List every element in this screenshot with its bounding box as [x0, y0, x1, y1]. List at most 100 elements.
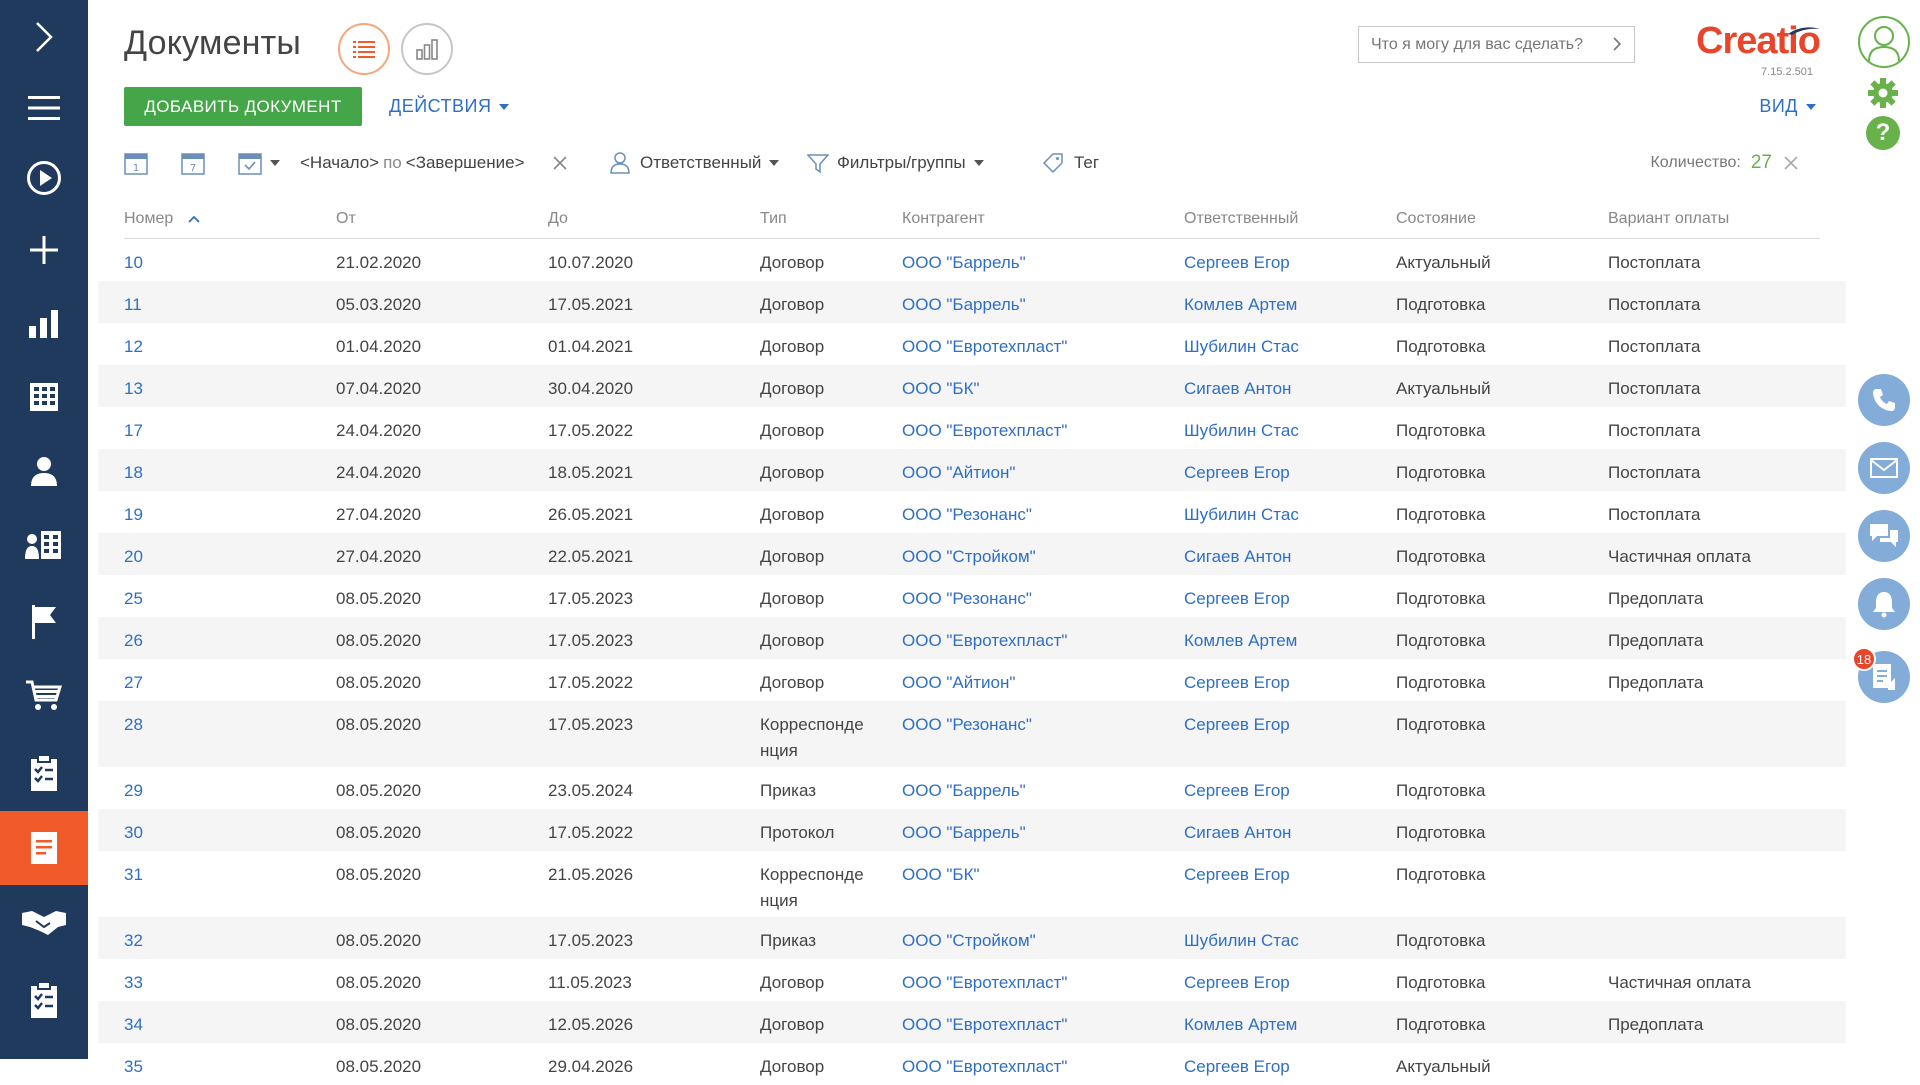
cell-owner[interactable]: Сергеев Егор	[1184, 970, 1290, 996]
table-row[interactable]: 10 21.02.2020 10.07.2020 Договор ООО "Баррел…	[98, 239, 1846, 281]
cell-number[interactable]: 26	[124, 628, 143, 654]
notifications-button[interactable]	[1858, 578, 1910, 630]
actions-dropdown[interactable]: ДЕЙСТВИЯ	[389, 96, 510, 117]
cell-number[interactable]: 28	[124, 712, 143, 738]
cell-owner[interactable]: Комлев Артем	[1184, 1012, 1297, 1038]
cell-owner[interactable]: Сигаев Антон	[1184, 820, 1291, 846]
cell-account[interactable]: ООО "Баррель"	[902, 820, 1026, 846]
cell-account[interactable]: ООО "Евротехпласт"	[902, 1012, 1067, 1038]
list-view-button[interactable]	[338, 23, 390, 75]
help-button[interactable]: ?	[1866, 116, 1900, 150]
cell-owner[interactable]: Сигаев Антон	[1184, 376, 1291, 402]
table-row[interactable]: 26 08.05.2020 17.05.2023 Договор ООО "Евроте…	[98, 617, 1846, 659]
phone-button[interactable]	[1858, 374, 1910, 426]
cell-account[interactable]: ООО "Баррель"	[902, 292, 1026, 318]
tasks-button[interactable]	[0, 736, 88, 810]
filters-groups-dropdown[interactable]: Фильтры/группы	[807, 148, 984, 178]
cell-number[interactable]: 19	[124, 502, 143, 528]
table-row[interactable]: 11 05.03.2020 17.05.2021 Договор ООО "Баррел…	[98, 281, 1846, 323]
cell-number[interactable]: 25	[124, 586, 143, 612]
orders-button[interactable]	[0, 659, 88, 733]
contacts-button[interactable]	[0, 434, 88, 508]
table-row[interactable]: 29 08.05.2020 23.05.2024 Приказ ООО "Баррель…	[98, 767, 1846, 809]
table-row[interactable]: 25 08.05.2020 17.05.2023 Договор ООО "Резона…	[98, 575, 1846, 617]
clear-period-button[interactable]	[553, 148, 567, 178]
col-from[interactable]: От	[336, 210, 356, 228]
cell-owner[interactable]: Сергеев Егор	[1184, 778, 1290, 804]
table-row[interactable]: 33 08.05.2020 11.05.2023 Договор ООО "Евроте…	[98, 959, 1846, 1001]
profile-button[interactable]	[1858, 16, 1910, 68]
cell-number[interactable]: 11	[124, 292, 142, 318]
cell-number[interactable]: 34	[124, 1012, 143, 1038]
cell-account[interactable]: ООО "Евротехпласт"	[902, 1054, 1067, 1080]
organization-button[interactable]	[0, 508, 88, 582]
cell-number[interactable]: 12	[124, 334, 143, 360]
table-row[interactable]: 13 07.04.2020 30.04.2020 Договор ООО "БК" Сиг…	[98, 365, 1846, 407]
email-button[interactable]	[1858, 442, 1910, 494]
dashboards-button[interactable]	[0, 286, 88, 360]
period-day-button[interactable]: 1	[124, 148, 148, 178]
cell-account[interactable]: ООО "Стройком"	[902, 928, 1036, 954]
close-count-button[interactable]	[1784, 148, 1798, 178]
table-row[interactable]: 28 08.05.2020 17.05.2023 Корреспонде нция ОО…	[98, 701, 1846, 767]
cell-account[interactable]: ООО "Резонанс"	[902, 502, 1032, 528]
command-search-input[interactable]: Что я могу для вас сделать?	[1358, 26, 1635, 63]
cell-number[interactable]: 20	[124, 544, 143, 570]
documents-button[interactable]	[0, 811, 88, 885]
cell-account[interactable]: ООО "Баррель"	[902, 778, 1026, 804]
cell-account[interactable]: ООО "Евротехпласт"	[902, 970, 1067, 996]
cell-owner[interactable]: Сергеев Егор	[1184, 460, 1290, 486]
table-row[interactable]: 30 08.05.2020 17.05.2022 Протокол ООО "Барре…	[98, 809, 1846, 851]
cell-number[interactable]: 31	[124, 862, 143, 888]
accounts-button[interactable]	[0, 360, 88, 434]
cell-account[interactable]: ООО "БК"	[902, 376, 980, 402]
cell-owner[interactable]: Сергеев Егор	[1184, 1054, 1290, 1080]
col-to[interactable]: До	[548, 210, 568, 228]
cell-owner[interactable]: Сергеев Егор	[1184, 862, 1290, 888]
tasks-button-2[interactable]	[0, 963, 88, 1037]
table-row[interactable]: 20 27.04.2020 22.05.2021 Договор ООО "Стройк…	[98, 533, 1846, 575]
cell-number[interactable]: 18	[124, 460, 143, 486]
settings-button[interactable]	[1866, 76, 1900, 110]
table-row[interactable]: 35 08.05.2020 29.04.2026 Договор ООО "Евроте…	[98, 1043, 1846, 1085]
col-payment[interactable]: Вариант оплаты	[1608, 210, 1729, 228]
table-row[interactable]: 18 24.04.2020 18.05.2021 Договор ООО "Айтион…	[98, 449, 1846, 491]
cell-account[interactable]: ООО "Резонанс"	[902, 586, 1032, 612]
cell-owner[interactable]: Сергеев Егор	[1184, 250, 1290, 276]
cell-owner[interactable]: Сергеев Егор	[1184, 586, 1290, 612]
cell-number[interactable]: 13	[124, 376, 143, 402]
cell-owner[interactable]: Сергеев Егор	[1184, 670, 1290, 696]
cell-owner[interactable]: Комлев Артем	[1184, 292, 1297, 318]
process-button[interactable]	[0, 141, 88, 215]
col-owner[interactable]: Ответственный	[1184, 210, 1298, 228]
cell-account[interactable]: ООО "Стройком"	[902, 544, 1036, 570]
opportunities-button[interactable]	[0, 886, 88, 960]
cell-account[interactable]: ООО "Евротехпласт"	[902, 334, 1067, 360]
cell-number[interactable]: 27	[124, 670, 143, 696]
owner-filter-dropdown[interactable]: Ответственный	[610, 148, 780, 178]
menu-button[interactable]	[0, 71, 88, 145]
cell-owner[interactable]: Шубилин Стас	[1184, 502, 1299, 528]
table-row[interactable]: 27 08.05.2020 17.05.2022 Договор ООО "Айтион…	[98, 659, 1846, 701]
period-range[interactable]: <Начало> по <Завершение>	[300, 148, 525, 178]
table-row[interactable]: 19 27.04.2020 26.05.2021 Договор ООО "Резона…	[98, 491, 1846, 533]
cell-account[interactable]: ООО "Евротехпласт"	[902, 628, 1067, 654]
cell-number[interactable]: 17	[124, 418, 143, 444]
view-dropdown[interactable]: ВИД	[1759, 96, 1816, 117]
cell-account[interactable]: ООО "Айтион"	[902, 460, 1015, 486]
col-state[interactable]: Состояние	[1396, 210, 1476, 228]
cell-account[interactable]: ООО "Айтион"	[902, 670, 1015, 696]
cell-number[interactable]: 10	[124, 250, 143, 276]
campaigns-button[interactable]	[0, 585, 88, 659]
expand-sidebar-button[interactable]	[0, 0, 88, 74]
table-row[interactable]: 34 08.05.2020 12.05.2026 Договор ООО "Евроте…	[98, 1001, 1846, 1043]
col-number[interactable]: Номер	[124, 210, 200, 228]
table-row[interactable]: 31 08.05.2020 21.05.2026 Корреспонде нция ОО…	[98, 851, 1846, 917]
cell-number[interactable]: 30	[124, 820, 143, 846]
cell-number[interactable]: 35	[124, 1054, 143, 1080]
cell-owner[interactable]: Шубилин Стас	[1184, 418, 1299, 444]
cell-number[interactable]: 33	[124, 970, 143, 996]
period-select-button[interactable]	[238, 148, 280, 178]
cell-owner[interactable]: Комлев Артем	[1184, 628, 1297, 654]
cell-account[interactable]: ООО "Евротехпласт"	[902, 418, 1067, 444]
